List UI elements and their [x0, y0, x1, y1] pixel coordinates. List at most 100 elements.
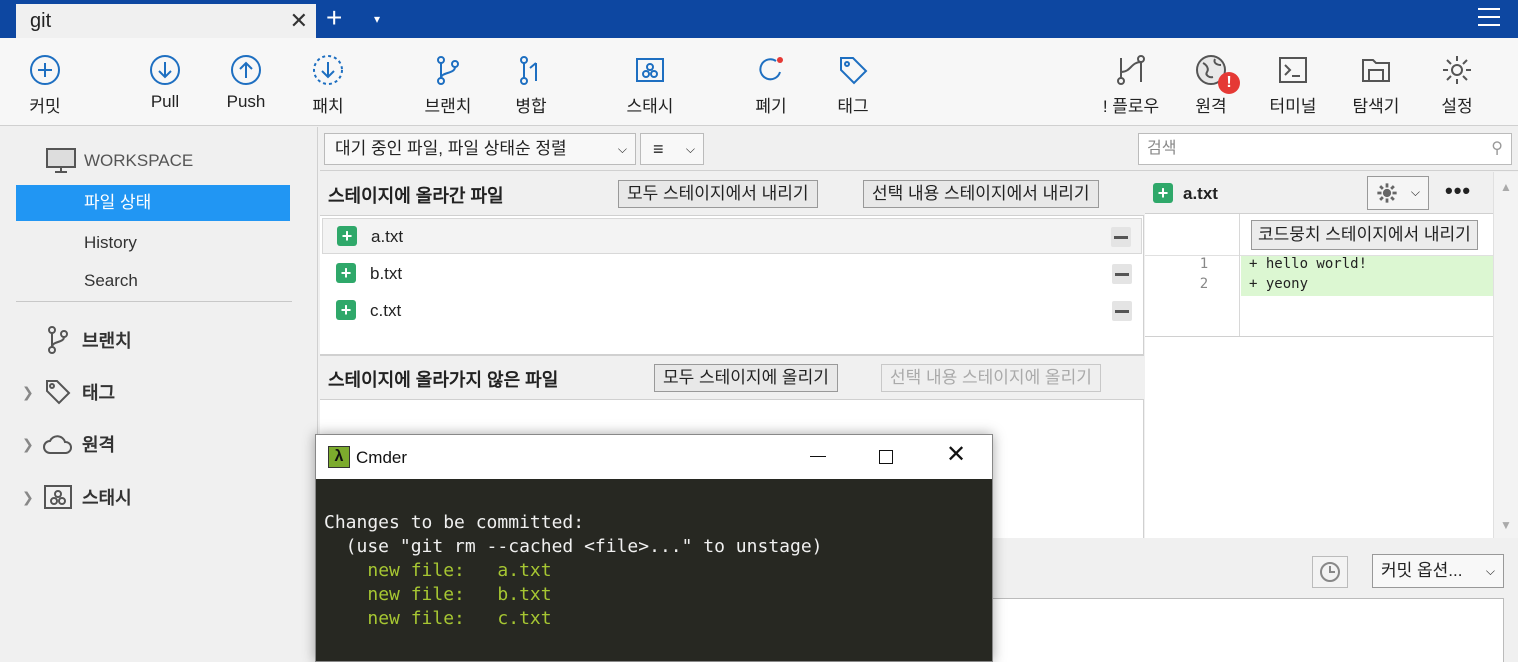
staged-file-row[interactable]: + c.txt: [322, 293, 1142, 329]
tab-list-chevron-icon[interactable]: ▾: [374, 12, 380, 26]
unstage-file-icon[interactable]: [1112, 264, 1132, 284]
file-name: c.txt: [370, 301, 402, 320]
staged-file-row[interactable]: + a.txt: [322, 218, 1142, 254]
discard-button[interactable]: 폐기: [736, 38, 806, 126]
tag-icon: [46, 380, 71, 405]
more-options-icon[interactable]: •••: [1445, 178, 1471, 204]
staged-title: 스테이지에 올라간 파일: [328, 186, 504, 206]
chevron-down-icon: ⌵: [617, 142, 627, 156]
list-view-icon: ≡: [653, 139, 664, 159]
arrow-down-circle-icon: [150, 55, 180, 85]
close-icon[interactable]: ✕: [946, 443, 966, 467]
sidebar-divider: [16, 301, 292, 302]
sidebar-group-stashes[interactable]: ❯ 스태시: [22, 480, 132, 514]
folder-icon: [1362, 59, 1390, 82]
repo-tab[interactable]: git ✕: [16, 4, 316, 38]
chevron-down-icon: ⌵: [1410, 185, 1420, 199]
view-mode-dropdown[interactable]: ≡ ⌵: [640, 133, 704, 165]
diff-scrollbar[interactable]: ▲ ▼: [1493, 172, 1518, 538]
diff-settings-dropdown[interactable]: ⌵: [1367, 176, 1429, 210]
branch-button[interactable]: 브랜치: [412, 38, 484, 126]
fetch-icon: [313, 55, 343, 85]
staged-file-row[interactable]: + b.txt: [322, 256, 1142, 292]
clock-icon: [1320, 562, 1340, 582]
unstage-file-icon[interactable]: [1112, 301, 1132, 321]
push-button[interactable]: Push: [211, 38, 281, 126]
chevron-right-icon[interactable]: ❯: [22, 489, 40, 506]
new-tab-icon[interactable]: +: [326, 4, 342, 32]
chevron-down-icon: ⌵: [685, 142, 695, 156]
cmder-title: Cmder: [356, 448, 408, 467]
sidebar-item-search[interactable]: Search: [16, 263, 290, 299]
maximize-icon[interactable]: [879, 450, 893, 464]
sidebar-item-file-status[interactable]: 파일 상태: [16, 185, 290, 221]
file-status-text: new file:: [367, 608, 465, 629]
terminal-line: new file: c.txt: [324, 607, 823, 631]
search-icon: ⚲: [1491, 140, 1503, 157]
workspace-header: WORKSPACE: [46, 147, 193, 175]
sidebar-group-branches[interactable]: 브랜치: [22, 323, 132, 357]
sidebar-item-history[interactable]: History: [16, 225, 290, 261]
monitor-icon: [46, 148, 76, 173]
stage-all-button[interactable]: 모두 스테이지에 올리기: [654, 364, 838, 392]
tab-title: git: [30, 10, 52, 32]
unstage-file-icon[interactable]: [1111, 227, 1131, 247]
sidebar-group-label: 브랜치: [82, 331, 132, 351]
branch-icon: [437, 56, 459, 85]
stash-label: 스태시: [626, 97, 674, 116]
unstage-all-button[interactable]: 모두 스테이지에서 내리기: [618, 180, 818, 208]
added-file-icon: +: [336, 300, 356, 320]
fetch-button[interactable]: 패치: [293, 38, 363, 126]
commit-button[interactable]: 커밋: [10, 38, 80, 126]
file-name-text: b.txt: [497, 584, 552, 605]
remote-button[interactable]: ! 원격: [1176, 38, 1246, 126]
unstage-selected-button[interactable]: 선택 내용 스테이지에서 내리기: [863, 180, 1099, 208]
terminal-label: 터미널: [1269, 97, 1317, 116]
search-input[interactable]: 검색 ⚲: [1138, 133, 1512, 165]
settings-button[interactable]: 설정: [1422, 38, 1492, 126]
terminal-line: (use "git rm --cached <file>..." to unst…: [324, 536, 823, 557]
plus-circle-icon: [30, 55, 60, 85]
tag-button[interactable]: 태그: [818, 38, 888, 126]
terminal-button[interactable]: 터미널: [1258, 38, 1328, 126]
stash-icon: [44, 485, 72, 509]
minimize-icon[interactable]: [810, 456, 826, 457]
settings-label: 설정: [1441, 97, 1473, 116]
chevron-right-icon[interactable]: ❯: [22, 384, 40, 401]
cmder-window[interactable]: λ Cmder ✕ Changes to be committed: (use …: [315, 434, 993, 662]
added-file-icon: +: [337, 226, 357, 246]
file-name: b.txt: [370, 264, 403, 283]
unstage-hunk-button[interactable]: 코드뭉치 스테이지에서 내리기: [1251, 220, 1478, 250]
search-placeholder: 검색: [1147, 140, 1177, 157]
added-line-text: + hello world!: [1241, 256, 1493, 276]
sidebar-group-remotes[interactable]: ❯ 원격: [22, 427, 115, 461]
lambda-icon: λ: [328, 446, 350, 468]
git-flow-button[interactable]: ! 플로우: [1094, 38, 1168, 126]
tag-label: 태그: [837, 97, 869, 116]
line-number: 2: [1199, 276, 1209, 292]
hunk-header: 코드뭉치 스테이지에서 내리기: [1145, 214, 1493, 256]
title-bar: git ✕ + ▾: [0, 0, 1518, 38]
file-status-filter-dropdown[interactable]: 대기 중인 파일, 파일 상태순 정렬 ⌵: [324, 133, 636, 165]
unstaged-header: 스테이지에 올라가지 않은 파일 모두 스테이지에 올리기 선택 내용 스테이지…: [320, 356, 1144, 400]
pull-button[interactable]: Pull: [130, 38, 200, 126]
chevron-right-icon[interactable]: ❯: [22, 436, 40, 453]
commit-options-dropdown[interactable]: 커밋 옵션... ⌵: [1372, 554, 1504, 588]
scroll-down-icon[interactable]: ▼: [1500, 518, 1512, 532]
hamburger-menu-icon[interactable]: [1478, 8, 1500, 32]
stage-selected-button[interactable]: 선택 내용 스테이지에 올리기: [881, 364, 1101, 392]
diff-divider: [1145, 336, 1493, 337]
file-name: a.txt: [371, 227, 404, 246]
explorer-button[interactable]: 탐색기: [1340, 38, 1412, 126]
commit-history-button[interactable]: [1312, 556, 1348, 588]
sidebar: WORKSPACE 파일 상태 History Search 브랜치 ❯ 태그 …: [0, 127, 318, 662]
close-tab-icon[interactable]: ✕: [290, 8, 308, 34]
tag-icon: [840, 57, 868, 85]
remote-label: 원격: [1195, 97, 1227, 116]
terminal-line: Changes to be committed:: [324, 512, 585, 533]
cmder-title-bar[interactable]: λ Cmder ✕: [316, 435, 992, 479]
merge-button[interactable]: 병합: [496, 38, 566, 126]
stash-button[interactable]: 스태시: [614, 38, 686, 126]
sidebar-group-tags[interactable]: ❯ 태그: [22, 375, 115, 409]
scroll-up-icon[interactable]: ▲: [1500, 180, 1512, 194]
